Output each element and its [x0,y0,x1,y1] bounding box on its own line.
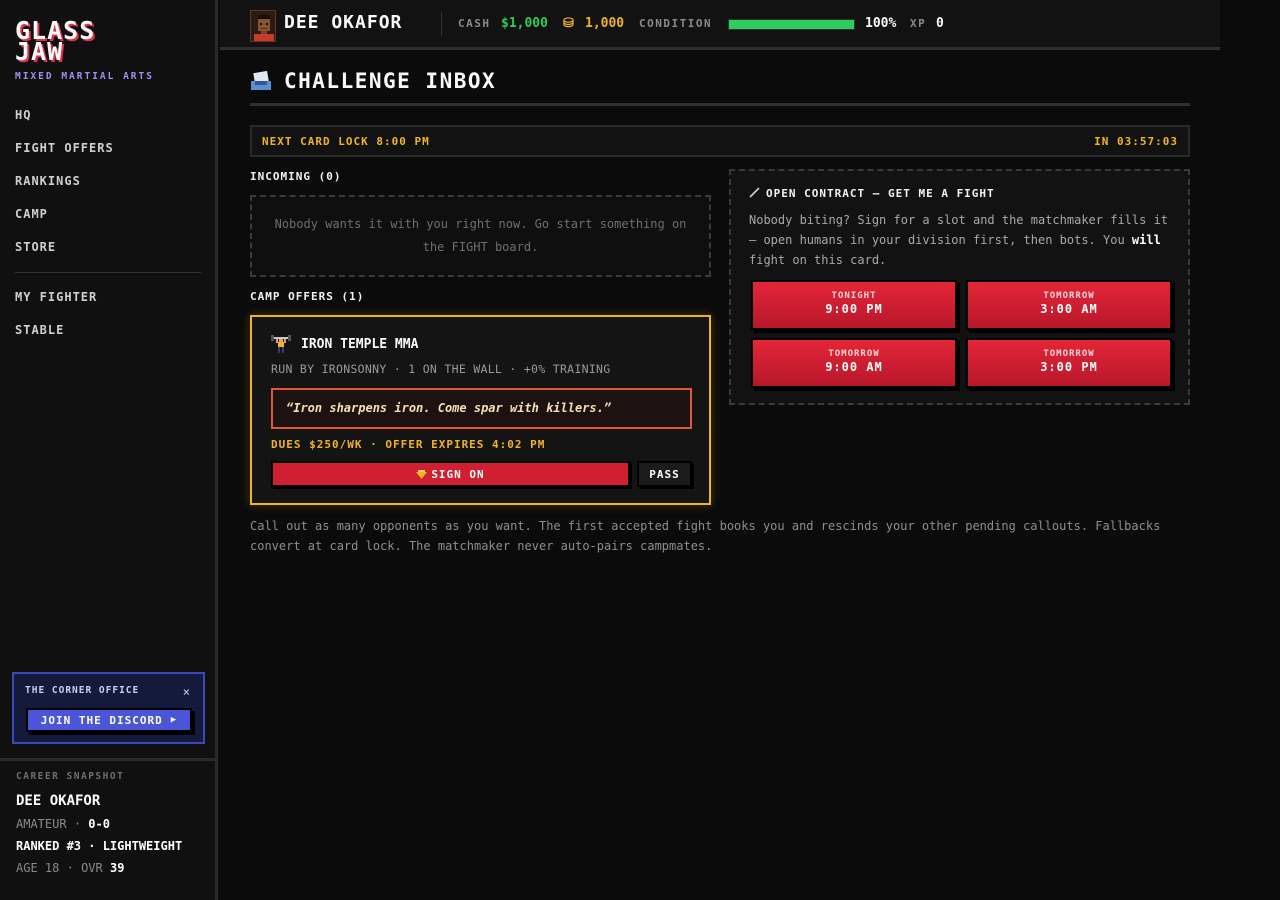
join-discord-button[interactable]: JOIN THE DISCORD ▶ [26,708,192,732]
cash-value: $1,000 [501,16,548,31]
fighter-portrait-icon [251,11,275,41]
condition-label: CONDITION [639,17,713,30]
condition-meter-fill [729,20,854,29]
slot-time: 3:00 AM [1040,302,1098,316]
topbar-divider [441,12,442,36]
contract-desc-emphasis: will [1131,233,1161,247]
snapshot-ovr-label: OVR [81,861,103,875]
condition-meter [728,19,855,30]
inbox-tray-icon [251,70,271,90]
nav-item-stable[interactable]: STABLE [15,319,203,352]
fighter-avatar[interactable] [250,10,276,42]
nav-item-hq[interactable]: HQ [15,104,203,137]
slot-time: 3:00 PM [1040,360,1098,374]
page-title: CHALLENGE INBOX [250,68,496,94]
join-discord-label: JOIN THE DISCORD [40,713,163,727]
play-arrow-icon: ▶ [170,715,178,725]
card-lock-time: NEXT CARD LOCK 8:00 PM [262,135,430,148]
gym-meta: RUN BY IRONSONNY · 1 ON THE WALL · +0% T… [271,362,611,376]
promo-title: THE CORNER OFFICE [25,685,140,696]
separator: · [73,817,82,831]
offer-dues: DUES $250/WK · OFFER EXPIRES 4:02 PM [271,438,546,451]
nav-item-my-fighter[interactable]: MY FIGHTER [15,286,203,319]
snapshot-label: CAREER SNAPSHOT [16,771,125,782]
cash-label: CASH [458,17,491,30]
sidebar: GLASS JAW MIXED MARTIAL ARTS HQ FIGHT OF… [0,0,218,900]
condition-value: 100% [865,16,897,31]
slot-time: 9:00 PM [825,302,883,316]
snapshot-rank: RANKED #3 · LIGHTWEIGHT [16,839,183,853]
slot-day: TOMORROW [1043,349,1095,359]
snapshot-fighter-name: DEE OKAFOR [16,793,101,809]
sign-on-button[interactable]: SIGN ON [271,461,630,487]
pass-button[interactable]: PASS [637,461,692,487]
incoming-empty-state: Nobody wants it with you right now. Go s… [250,195,711,277]
separator: · [66,861,74,875]
contract-description: Nobody biting? Sign for a slot and the m… [749,210,1169,270]
snapshot-level: AMATEUR [16,817,67,831]
slot-button[interactable]: TOMORROW 3:00 PM [966,338,1172,388]
nav-item-fight-offers[interactable]: FIGHT OFFERS [15,137,203,170]
close-icon[interactable]: × [183,685,190,699]
xp-value: 0 [936,16,944,31]
gym-header: IRON TEMPLE MMA [271,334,418,354]
slot-time: 9:00 AM [825,360,883,374]
slot-day: TOMORROW [1043,291,1095,301]
pen-icon [416,469,428,479]
pencil-icon [749,187,760,198]
discord-promo: THE CORNER OFFICE × JOIN THE DISCORD ▶ [12,672,205,744]
gym-name: IRON TEMPLE MMA [301,336,419,352]
gym-quote: “Iron sharpens iron. Come spar with kill… [271,388,692,429]
slot-button[interactable]: TOMORROW 3:00 AM [966,280,1172,330]
coin-icon: ⛁ [563,16,574,31]
snapshot-record-row: AMATEUR · 0-0 [16,817,182,831]
callout-footnote: Call out as many opponents as you want. … [250,519,1161,553]
fighter-name: DEE OKAFOR [284,12,403,33]
snapshot-rank-row: RANKED #3 · LIGHTWEIGHT [16,839,182,853]
contract-heading: OPEN CONTRACT — GET ME A FIGHT [749,187,995,200]
nav-divider [15,272,201,273]
weightlifter-icon [271,335,291,353]
secondary-nav: MY FIGHTER STABLE [15,286,203,352]
contract-title-text: OPEN CONTRACT — GET ME A FIGHT [766,187,995,200]
title-divider [250,103,1190,106]
logo-subtitle: MIXED MARTIAL ARTS [15,71,154,82]
snapshot-age: AGE 18 [16,861,60,875]
contract-desc-part-2: fight on this card. [749,253,887,267]
camp-offers-heading: CAMP OFFERS (1) [250,290,365,303]
contract-desc-part-1: Nobody biting? Sign for a slot and the m… [749,213,1169,247]
main-nav: HQ FIGHT OFFERS RANKINGS CAMP STORE [15,104,203,269]
nav-item-camp[interactable]: CAMP [15,203,203,236]
snapshot-age-row: AGE 18 · OVR 39 [16,861,182,875]
card-lock-countdown: IN 03:57:03 [1094,135,1178,148]
open-contract-panel: OPEN CONTRACT — GET ME A FIGHT Nobody bi… [729,169,1190,405]
nav-item-rankings[interactable]: RANKINGS [15,170,203,203]
incoming-heading: INCOMING (0) [250,170,342,183]
slot-day: TONIGHT [831,291,877,301]
slot-day: TOMORROW [828,349,880,359]
coin-balance: 1,000 [585,16,625,31]
snapshot-record: 0-0 [88,817,110,831]
card-lock-banner: NEXT CARD LOCK 8:00 PM IN 03:57:03 [250,125,1190,157]
page-title-text: CHALLENGE INBOX [284,69,497,93]
snapshot-divider [0,758,218,761]
top-bar: DEE OKAFOR CASH $1,000 ⛁ 1,000 CONDITION… [220,0,1220,50]
app-logo[interactable]: GLASS JAW [15,18,95,64]
xp-label: XP [910,17,927,30]
slot-button[interactable]: TOMORROW 9:00 AM [751,338,957,388]
slot-button[interactable]: TONIGHT 9:00 PM [751,280,957,330]
snapshot-ovr: 39 [109,861,125,875]
career-snapshot: CAREER SNAPSHOT DEE OKAFOR AMATEUR · 0-0… [16,771,182,875]
camp-offer-card: IRON TEMPLE MMA RUN BY IRONSONNY · 1 ON … [250,315,711,505]
sign-on-label: SIGN ON [431,467,485,481]
nav-item-store[interactable]: STORE [15,236,203,269]
